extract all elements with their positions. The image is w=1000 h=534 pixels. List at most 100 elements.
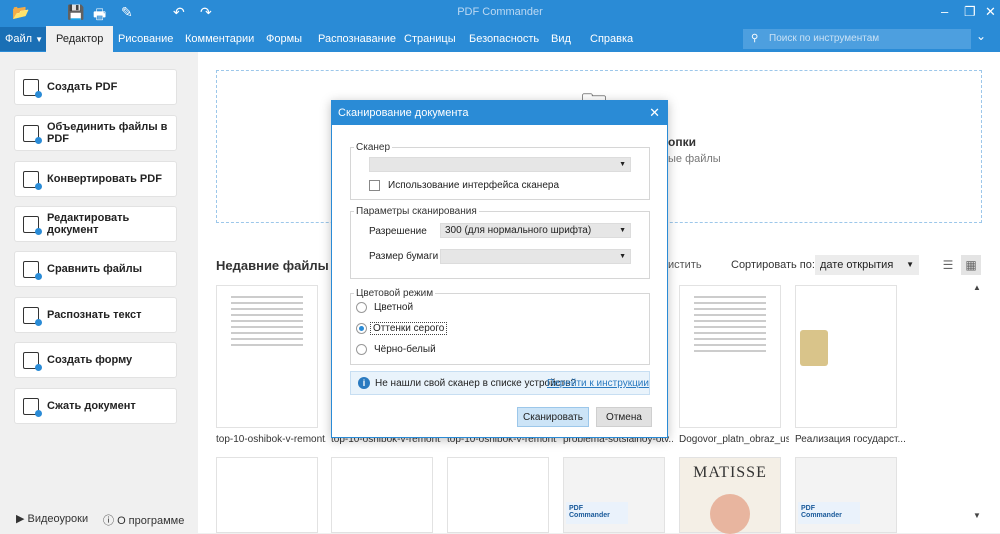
paper-size-label: Размер бумаги [369,251,439,262]
color-radio[interactable] [356,302,367,313]
cancel-button[interactable]: Отмена [596,407,652,427]
close-icon[interactable]: ✕ [649,101,660,125]
scan-params-group [350,211,650,279]
use-interface-checkbox[interactable] [369,180,380,191]
pdf-commander-badge: PDF Commander [798,502,860,524]
list-view-icon[interactable]: ☰ [938,255,958,275]
compare-files-button[interactable]: Сравнить файлы [14,251,177,287]
color-mode-label: Цветовой режим [354,288,436,299]
edit-document-button[interactable]: Редактировать документ [14,206,177,242]
grid-view-icon[interactable]: ▦ [961,255,981,275]
scan-button[interactable]: Сканировать [517,407,589,427]
about-link[interactable]: ⓘ О программе [103,512,184,528]
dropzone-title: опки [668,135,696,149]
compress-document-button[interactable]: Сжать документ [14,388,177,424]
tab-pages[interactable]: Страницы [404,26,456,52]
page-preview [694,292,766,427]
instruction-link[interactable]: Перейти к инструкции [547,378,649,389]
grayscale-option-label: Оттенки серого [370,322,448,335]
recent-file-thumb[interactable]: PDF Commander [795,457,897,533]
grayscale-radio[interactable] [356,323,367,334]
tab-help[interactable]: Справка [590,26,633,52]
button-label: Сжать документ [47,400,136,412]
tool-search-input[interactable]: ⚲ Поиск по инструментам [743,29,971,49]
recent-scrollbar[interactable]: ▲ ▼ [970,283,984,523]
compress-icon [23,398,42,417]
merge-files-icon [23,125,42,144]
bw-option-label: Чёрно-белый [374,344,436,355]
video-tutorials-link[interactable]: ▶ Видеоуроки [16,512,88,525]
scroll-down-icon[interactable]: ▼ [973,511,981,520]
file-menu-label: Файл [5,33,33,45]
info-icon: i [358,377,370,389]
about-label: О программе [117,515,185,527]
scanner-select[interactable]: ▼ [369,157,631,172]
emblem-image [800,330,828,366]
search-placeholder: Поиск по инструментам [769,33,880,44]
create-form-icon [23,352,42,371]
resolution-label: Разрешение [369,226,427,237]
tab-recognition[interactable]: Распознавание [318,26,396,52]
info-icon: ⓘ [103,515,114,527]
recognize-text-button[interactable]: Распознать текст [14,297,177,333]
minimize-icon[interactable]: – [941,4,948,19]
ribbon-collapse-icon[interactable]: ⌄ [976,29,986,43]
recent-file-thumb[interactable] [795,285,897,428]
button-label: Создать форму [47,354,133,366]
tab-security[interactable]: Безопасность [469,26,539,52]
recent-file-thumb[interactable] [679,285,781,428]
bw-radio[interactable] [356,344,367,355]
title-bar: 📂 💾 🖶 ✎ ↶ ↷ PDF Commander – ❐ ✕ [0,0,1000,26]
edit-document-icon [23,216,42,235]
sort-select[interactable]: дате открытия ▼ [815,255,919,275]
file-menu-button[interactable]: Файл ▼ [0,27,46,51]
scanner-group [350,147,650,200]
chevron-down-icon: ▼ [619,161,626,168]
page-preview [231,292,303,427]
scanner-help-bar: i Не нашли свой сканер в списке устройст… [350,371,650,395]
tab-drawing[interactable]: Рисование [118,26,173,52]
scroll-up-icon[interactable]: ▲ [973,283,981,292]
scan-params-label: Параметры сканирования [354,206,479,217]
help-text: Не нашли свой сканер в списке устройств? [375,378,577,389]
maximize-icon[interactable]: ❐ [964,4,976,20]
button-label: Объединить файлы в PDF [47,121,168,145]
recent-file-thumb[interactable] [216,285,318,428]
artwork-shape [710,494,750,534]
recent-file-thumb[interactable] [447,457,549,533]
close-icon[interactable]: ✕ [985,4,996,20]
color-option-label: Цветной [374,302,414,313]
ocr-icon [23,307,42,326]
file-name: Реализация государст... [795,434,905,445]
recent-file-thumb[interactable] [331,457,433,533]
tab-comments[interactable]: Комментарии [185,26,254,52]
recent-file-thumb[interactable]: PDF Commander [563,457,665,533]
recent-file-thumb[interactable] [216,457,318,533]
sort-value: дате открытия [820,259,894,271]
button-label: Сравнить файлы [47,263,143,275]
tab-editor[interactable]: Редактор [46,26,114,52]
dialog-header: Сканирование документа ✕ [332,101,667,125]
chevron-down-icon: ▼ [35,35,44,44]
recent-file-thumb[interactable]: MATISSE [679,457,781,534]
button-label: Редактировать документ [47,212,130,236]
video-label: Видеоуроки [27,513,89,525]
clear-recent-button[interactable]: истить [668,259,702,271]
merge-files-button[interactable]: Объединить файлы в PDF [14,115,177,151]
button-label: Конвертировать PDF [47,173,162,185]
file-name: top-10-oshibok-v-remont... [216,434,326,445]
file-name: Dogovor_platn_obraz_us... [679,434,789,445]
menu-bar: Файл ▼ Редактор Рисование Комментарии Фо… [0,26,1000,52]
create-form-button[interactable]: Создать форму [14,342,177,378]
resolution-select[interactable]: 300 (для нормального шрифта) ▼ [440,223,631,238]
compare-files-icon [23,261,42,280]
chevron-down-icon: ▼ [619,253,626,260]
paper-size-select[interactable]: ▼ [440,249,631,264]
scanner-group-label: Сканер [354,142,393,153]
tab-view[interactable]: Вид [551,26,571,52]
tab-forms[interactable]: Формы [266,26,302,52]
create-pdf-button[interactable]: Создать PDF [14,69,177,105]
convert-pdf-icon [23,171,42,190]
convert-pdf-button[interactable]: Конвертировать PDF [14,161,177,197]
resolution-value: 300 (для нормального шрифта) [445,225,592,236]
